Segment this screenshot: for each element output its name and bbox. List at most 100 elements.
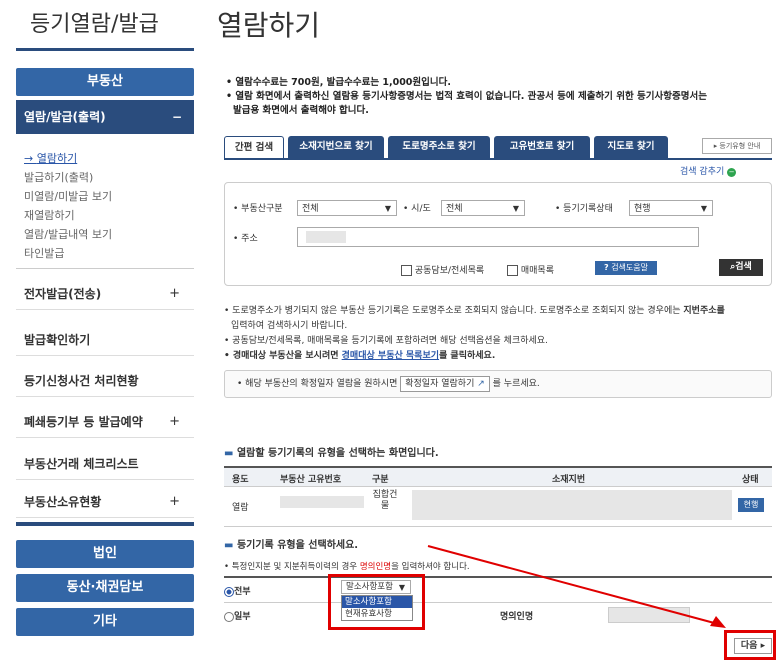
search-help-button[interactable]: ? 검색도움말 — [595, 261, 657, 275]
search-form: • 부동산구분 전체 ▼ • 시/도 전체 ▼ • 등기기록상태 현행 ▼ • 주소 … — [224, 182, 772, 286]
note-highlight: 명의인명 — [359, 562, 392, 572]
redacted-unique-number — [280, 496, 364, 508]
section-title-text: 열람할 등기기록의 유형을 선택하는 화면입니다. — [236, 448, 439, 459]
col-use: 용도 — [232, 475, 249, 485]
tab-simple-search[interactable]: 간편 검색 — [224, 136, 284, 158]
tab-lot-address[interactable]: 소재지번으로 찾기 — [288, 136, 384, 158]
section1-title: ▬ 열람할 등기기록의 유형을 선택하는 화면입니다. — [224, 444, 439, 459]
menu-label: 부동산소유현황 — [24, 495, 102, 509]
info-text: • 해당 부동산의 확정일자 열람을 원하시면 — [237, 379, 398, 389]
info-line2: 입력하여 검색하시기 바랍니다. — [231, 321, 348, 331]
menu-label: 등기신청사건 처리현황 — [24, 374, 139, 388]
movable-assets-button[interactable]: 동산·채권담보 — [16, 574, 194, 602]
region-select[interactable]: 전체 ▼ — [441, 200, 525, 216]
info-road-address: • 도로명주소가 병기되지 않은 부동산 등기기록은 도로명주소로 조회되지 않… — [224, 304, 772, 319]
sidebar-open-menu[interactable]: 열람/발급(출력) − — [16, 100, 194, 134]
tab-map[interactable]: 지도로 찾기 — [594, 136, 668, 158]
collapse-icon: − — [171, 110, 182, 124]
registry-type-guide-link[interactable]: ▸ 등기유형 안내 — [702, 138, 772, 154]
region-label: • 시/도 — [403, 204, 431, 214]
sub-item-history[interactable]: 열람/발급내역 보기 — [24, 226, 112, 242]
other-button[interactable]: 기타 — [16, 608, 194, 636]
radio-checked-icon — [224, 586, 234, 597]
notice-validity-cont: 발급용 화면에서 출력해야 합니다. — [233, 105, 369, 116]
sidebar-item-closed-reservation[interactable]: 폐쇄등기부 등 발급예약 + — [16, 406, 194, 438]
sidebar-category-realestate[interactable]: 부동산 — [16, 68, 194, 96]
sub-item-view[interactable]: → 열람하기 — [24, 150, 77, 166]
info-auction: • 경매대상 부동산을 보시려면 경매대상 부동산 목록보기를 클릭하세요. — [224, 349, 772, 364]
sidebar-item-case-status[interactable]: 등기신청사건 처리현황 — [16, 365, 194, 397]
search-button[interactable]: ⌕검색 — [719, 259, 763, 276]
status-badge[interactable]: 현행 — [738, 498, 764, 512]
sub-item-label: 열람하기 — [36, 152, 78, 165]
corporation-button[interactable]: 법인 — [16, 540, 194, 568]
redacted-text — [306, 231, 346, 243]
info-text: • 도로명주소가 병기되지 않은 부동산 등기기록은 도로명주소로 조회되지 않… — [224, 306, 681, 316]
sidebar-item-verify[interactable]: 발급확인하기 — [16, 324, 194, 356]
checkbox-icon — [401, 265, 412, 276]
menu-label: 발급확인하기 — [24, 333, 91, 347]
menu-label: 전자발급(전송) — [24, 287, 102, 301]
highlight-box-dropdown — [328, 574, 425, 630]
chevron-down-icon: ▼ — [512, 204, 519, 213]
info-text: • 경매대상 부동산을 보시려면 — [224, 351, 339, 361]
record-table: 용도 부동산 고유번호 구분 소재지번 상태 열람 집합건물 현행 — [224, 466, 772, 527]
bullet-icon: ▬ — [224, 540, 234, 551]
annotation-arrow-icon — [427, 545, 726, 628]
property-type-select[interactable]: 전체 ▼ — [297, 200, 397, 216]
checkbox-icon — [507, 265, 518, 276]
select-value: 현행 — [634, 204, 651, 214]
bullet-icon: ▬ — [224, 448, 234, 459]
tab-road-address[interactable]: 도로명주소로 찾기 — [388, 136, 490, 158]
help-label: 검색도움말 — [611, 263, 648, 272]
radio-all[interactable]: 전부 — [224, 584, 251, 597]
collateral-checkbox[interactable]: 공동담보/전세목록 — [401, 263, 484, 276]
sub-item-issue[interactable]: 발급하기(출력) — [24, 169, 93, 185]
checkbox-label: 공동담보/전세목록 — [414, 266, 485, 276]
sub-item-review[interactable]: 재열람하기 — [24, 207, 75, 223]
expand-icon: + — [169, 286, 180, 301]
auction-list-link[interactable]: 경매대상 부동산 목록보기 — [342, 351, 439, 361]
notice-block: • 열람수수료는 700원, 발급수수료는 1,000원입니다. • 열람 화면… — [226, 76, 771, 118]
open-menu-label: 열람/발급(출력) — [24, 110, 106, 124]
sidebar-top-rule — [16, 48, 194, 51]
sidebar-item-e-issue[interactable]: 전자발급(전송) + — [16, 278, 194, 310]
arrow-line — [427, 545, 719, 625]
collapse-toggle-icon: − — [727, 168, 737, 177]
highlight-box-next — [724, 630, 776, 660]
radio-label: 일부 — [234, 612, 251, 622]
search-collapse-link[interactable]: 검색 감추기 − — [680, 164, 737, 177]
radio-label: 전부 — [234, 587, 251, 597]
radio-unchecked-icon — [224, 611, 234, 622]
info-text: 를 누르세요. — [492, 379, 540, 389]
collapse-label: 검색 감추기 — [680, 167, 725, 177]
record-status-select[interactable]: 현행 ▼ — [629, 200, 713, 216]
redacted-address — [412, 490, 732, 520]
info-bold: 지번주소를 — [683, 306, 725, 316]
notice-validity: • 열람 화면에서 출력하신 열람용 등기사항증명서는 법적 효력이 없습니다.… — [226, 91, 707, 102]
trade-checkbox[interactable]: 매매목록 — [507, 263, 554, 276]
tab-unique-number[interactable]: 고유번호로 찾기 — [494, 136, 590, 158]
search-tabs: 간편 검색 소재지번으로 찾기 도로명주소로 찾기 고유번호로 찾기 지도로 찾… — [224, 136, 772, 160]
section-title-text: 등기기록 유형을 선택하세요. — [236, 540, 359, 551]
menu-label: 폐쇄등기부 등 발급예약 — [24, 415, 143, 429]
col-category: 구분 — [372, 475, 389, 485]
arrow-head — [710, 616, 726, 628]
table-bottom-rule — [224, 526, 772, 527]
address-input[interactable] — [297, 227, 699, 247]
checkbox-label: 매매목록 — [520, 266, 554, 276]
chevron-down-icon: ▼ — [700, 204, 707, 213]
sub-item-unviewed[interactable]: 미열람/미발급 보기 — [24, 188, 112, 204]
section2-title: ▬ 등기기록 유형을 선택하세요. — [224, 536, 358, 551]
sub-item-other-issue[interactable]: 타인발급 — [24, 245, 64, 261]
sidebar-item-ownership[interactable]: 부동산소유현황 + — [16, 486, 194, 518]
address-label: • 주소 — [233, 234, 258, 244]
search-label: 검색 — [735, 262, 752, 272]
expand-icon: + — [169, 494, 180, 509]
cell-use: 열람 — [232, 503, 249, 513]
sidebar-bottom-rule — [16, 522, 194, 526]
sidebar-title: 등기열람/발급 — [30, 12, 159, 37]
radio-part[interactable]: 일부 — [224, 609, 251, 622]
fixed-date-button[interactable]: 확정일자 열람하기 ↗ — [400, 376, 490, 392]
sidebar-item-checklist[interactable]: 부동산거래 체크리스트 — [16, 448, 194, 480]
